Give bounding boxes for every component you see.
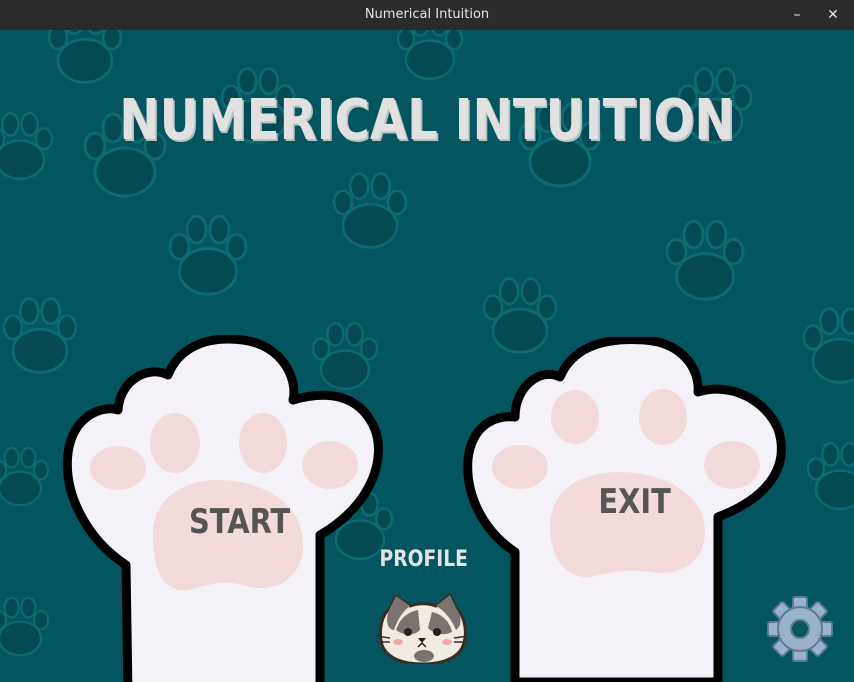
gear-icon: [767, 596, 833, 662]
game-screen: NUMERICAL INTUITION START EXIT PROFILE: [0, 30, 854, 682]
exit-button[interactable]: EXIT: [460, 337, 795, 682]
settings-button[interactable]: [767, 596, 833, 662]
cat-face-icon: [375, 592, 469, 666]
window-titlebar: Numerical Intuition – ✕: [0, 0, 854, 30]
profile-avatar-button[interactable]: [374, 590, 470, 666]
window-title: Numerical Intuition: [364, 7, 490, 22]
profile-label[interactable]: PROFILE: [380, 547, 468, 572]
start-button[interactable]: START: [58, 335, 393, 682]
close-button[interactable]: ✕: [822, 5, 844, 25]
game-title: NUMERICAL INTUITION: [119, 88, 735, 153]
start-label: START: [188, 502, 291, 542]
minimize-button[interactable]: –: [786, 5, 808, 25]
exit-label: EXIT: [598, 482, 671, 522]
